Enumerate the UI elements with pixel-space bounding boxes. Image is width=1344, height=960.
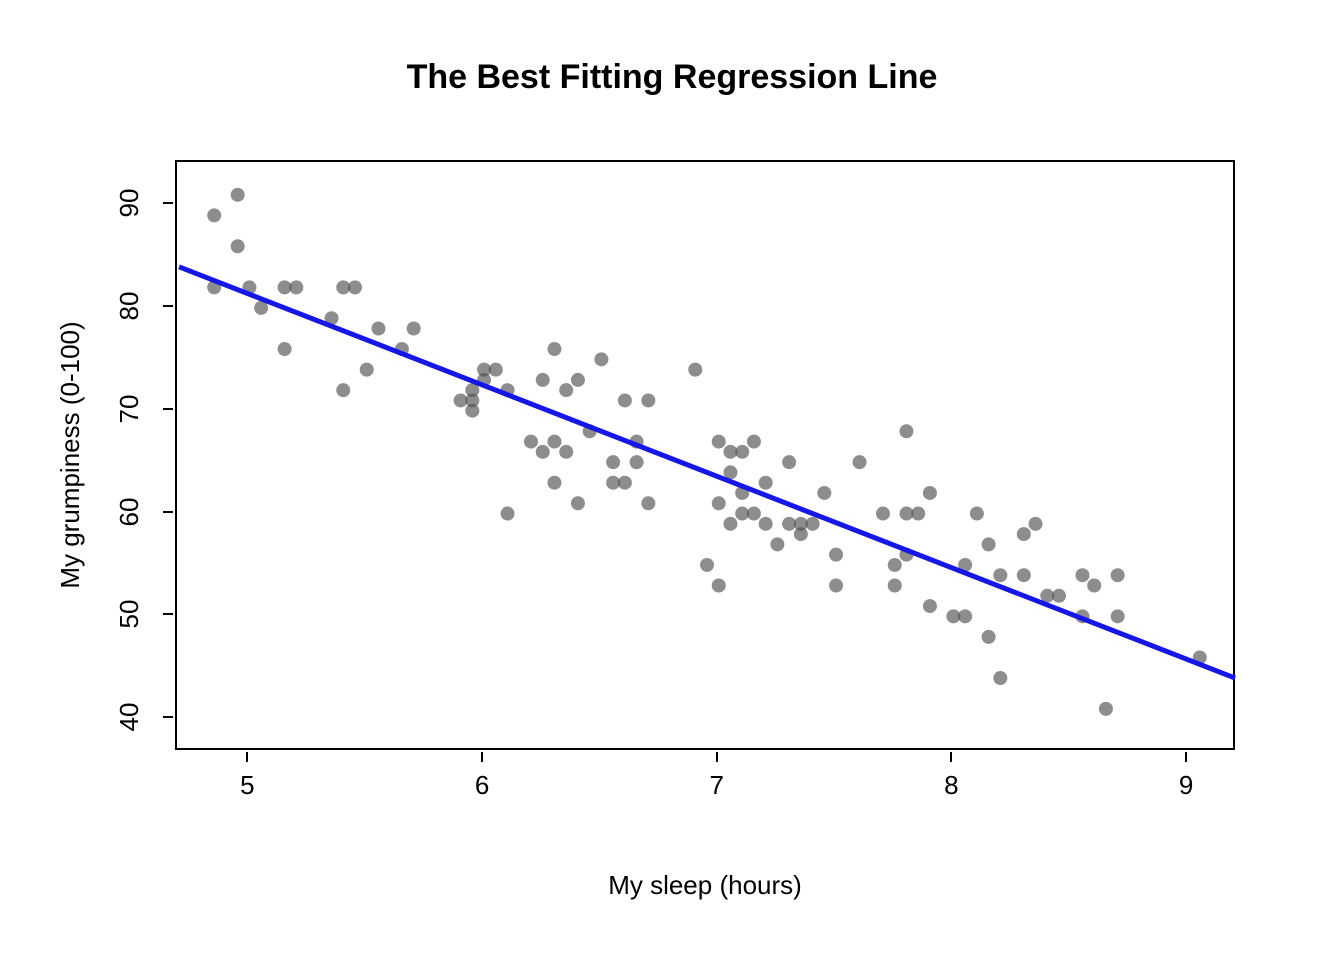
plot-area bbox=[175, 160, 1235, 750]
scatter-point bbox=[371, 321, 385, 335]
scatter-point bbox=[559, 383, 573, 397]
scatter-point bbox=[747, 507, 761, 521]
scatter-point bbox=[829, 579, 843, 593]
scatter-point bbox=[618, 393, 632, 407]
scatter-point bbox=[594, 352, 608, 366]
y-tick bbox=[163, 613, 173, 615]
y-tick bbox=[163, 408, 173, 410]
scatter-point bbox=[1099, 702, 1113, 716]
scatter-point bbox=[712, 496, 726, 510]
scatter-point bbox=[1111, 568, 1125, 582]
scatter-point bbox=[770, 537, 784, 551]
scatter-point bbox=[806, 517, 820, 531]
scatter-point bbox=[759, 476, 773, 490]
scatter-point bbox=[630, 455, 644, 469]
scatter-point bbox=[1111, 609, 1125, 623]
scatter-point bbox=[571, 373, 585, 387]
y-tick-label: 60 bbox=[114, 497, 145, 526]
scatter-point bbox=[759, 517, 773, 531]
scatter-point bbox=[501, 507, 515, 521]
scatter-point bbox=[489, 363, 503, 377]
scatter-point bbox=[606, 455, 620, 469]
scatter-point bbox=[407, 321, 421, 335]
scatter-point bbox=[700, 558, 714, 572]
scatter-point bbox=[735, 445, 749, 459]
scatter-point bbox=[360, 363, 374, 377]
scatter-point bbox=[723, 517, 737, 531]
x-tick bbox=[481, 752, 483, 762]
scatter-point bbox=[982, 537, 996, 551]
scatter-point bbox=[899, 424, 913, 438]
y-tick-label: 90 bbox=[114, 189, 145, 218]
y-tick-label: 70 bbox=[114, 394, 145, 423]
scatter-point bbox=[547, 476, 561, 490]
scatter-point bbox=[876, 507, 890, 521]
x-tick bbox=[246, 752, 248, 762]
scatter-point bbox=[1017, 527, 1031, 541]
scatter-point bbox=[547, 435, 561, 449]
x-tick-label: 7 bbox=[709, 770, 723, 801]
scatter-point bbox=[817, 486, 831, 500]
scatter-point bbox=[231, 239, 245, 253]
figure: The Best Fitting Regression Line My grum… bbox=[0, 0, 1344, 960]
x-tick-label: 5 bbox=[240, 770, 254, 801]
scatter-point bbox=[207, 208, 221, 222]
x-tick-label: 8 bbox=[944, 770, 958, 801]
scatter-point bbox=[536, 373, 550, 387]
scatter-point bbox=[888, 579, 902, 593]
scatter-point bbox=[888, 558, 902, 572]
scatter-point bbox=[571, 496, 585, 510]
scatter-point bbox=[1075, 568, 1089, 582]
scatter-point bbox=[1029, 517, 1043, 531]
scatter-point bbox=[465, 404, 479, 418]
y-tick bbox=[163, 716, 173, 718]
x-tick bbox=[950, 752, 952, 762]
scatter-point bbox=[348, 280, 362, 294]
scatter-point bbox=[712, 579, 726, 593]
scatter-point bbox=[559, 445, 573, 459]
scatter-point bbox=[536, 445, 550, 459]
x-tick-label: 9 bbox=[1179, 770, 1193, 801]
scatter-point bbox=[641, 393, 655, 407]
scatter-point bbox=[970, 507, 984, 521]
scatter-point bbox=[923, 486, 937, 500]
scatter-point bbox=[993, 568, 1007, 582]
scatter-point bbox=[641, 496, 655, 510]
scatter-point bbox=[278, 342, 292, 356]
y-tick bbox=[163, 305, 173, 307]
y-tick-label: 50 bbox=[114, 600, 145, 629]
scatter-point bbox=[958, 609, 972, 623]
regression-line bbox=[179, 267, 1235, 678]
scatter-point bbox=[524, 435, 538, 449]
scatter-point bbox=[688, 363, 702, 377]
scatter-point bbox=[911, 507, 925, 521]
scatter-point bbox=[289, 280, 303, 294]
plot-svg bbox=[177, 162, 1233, 748]
y-tick-label: 80 bbox=[114, 291, 145, 320]
scatter-point bbox=[1087, 579, 1101, 593]
chart-title: The Best Fitting Regression Line bbox=[0, 58, 1344, 97]
x-tick bbox=[1185, 752, 1187, 762]
scatter-point bbox=[993, 671, 1007, 685]
scatter-point bbox=[829, 548, 843, 562]
x-axis-label: My sleep (hours) bbox=[175, 870, 1235, 901]
scatter-point bbox=[712, 435, 726, 449]
scatter-point bbox=[618, 476, 632, 490]
scatter-point bbox=[231, 188, 245, 202]
scatter-point bbox=[547, 342, 561, 356]
y-tick bbox=[163, 511, 173, 513]
scatter-point bbox=[982, 630, 996, 644]
scatter-point bbox=[853, 455, 867, 469]
x-tick bbox=[716, 752, 718, 762]
scatter-point bbox=[782, 455, 796, 469]
x-tick-label: 6 bbox=[475, 770, 489, 801]
y-tick-label: 40 bbox=[114, 703, 145, 732]
scatter-point bbox=[336, 383, 350, 397]
y-tick bbox=[163, 202, 173, 204]
scatter-point bbox=[1052, 589, 1066, 603]
scatter-point bbox=[747, 435, 761, 449]
scatter-point bbox=[1017, 568, 1031, 582]
scatter-point bbox=[923, 599, 937, 613]
y-axis-label: My grumpiness (0-100) bbox=[55, 160, 86, 750]
